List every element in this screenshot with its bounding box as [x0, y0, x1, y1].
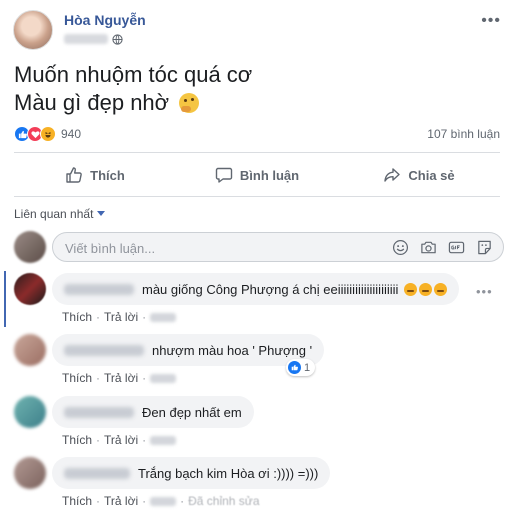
- comment-time-blurred[interactable]: [150, 373, 177, 383]
- comment-bubble: màu giống Công Phượng á chị eeiiiiiiiiii…: [52, 273, 460, 305]
- reaction-summary[interactable]: 940: [14, 126, 81, 142]
- post-text-line-1: Muốn nhuộm tóc quá cơ: [14, 62, 253, 87]
- comment-sort-label: Liên quan nhất: [14, 207, 94, 221]
- comment-reaction-badge[interactable]: 1: [286, 359, 316, 376]
- comment-bubble-icon: [215, 167, 233, 183]
- commenter-name-blurred[interactable]: [64, 467, 130, 479]
- comment-reply-link[interactable]: Trả lời: [104, 494, 138, 508]
- haha-reaction-icon: [40, 126, 56, 142]
- post-meta: [64, 32, 123, 46]
- comment-reaction-count: 1: [304, 361, 311, 374]
- comment-like-link[interactable]: Thích: [62, 310, 92, 324]
- active-comment-indicator: [4, 271, 6, 327]
- separator: ·: [180, 494, 185, 508]
- globe-icon: [112, 33, 123, 45]
- post-stats: 940 107 bình luận: [14, 126, 502, 144]
- comment-actions: Thích · Trả lời ·: [62, 371, 177, 385]
- share-arrow-icon: [384, 168, 401, 182]
- post-text-line-2: Màu gì đẹp nhờ: [14, 90, 170, 115]
- reaction-count: 940: [61, 127, 82, 141]
- post-actions: Thích Bình luận Chia sẻ: [14, 160, 500, 190]
- thinking-face-icon: [179, 93, 200, 113]
- separator: ·: [96, 433, 101, 447]
- comment-actions: Thích · Trả lời ·: [62, 310, 177, 324]
- gif-icon[interactable]: [448, 239, 465, 256]
- comment-actions: Thích · Trả lời · · Đã chỉnh sửa: [62, 494, 260, 508]
- commenter-avatar[interactable]: [14, 334, 46, 366]
- smile-emoji-icon: [419, 282, 433, 296]
- comment-text: màu giống Công Phượng á chị eeiiiiiiiiii…: [142, 281, 399, 297]
- comment-text: Đen đẹp nhất em: [142, 404, 242, 420]
- like-button[interactable]: Thích: [14, 160, 176, 190]
- facebook-post: Hòa Nguyễn ••• Muốn nhuộm tóc quá cơ Màu…: [0, 0, 513, 515]
- comment-sort-dropdown[interactable]: Liên quan nhất: [14, 207, 106, 221]
- thumbs-up-icon: [66, 167, 82, 183]
- comment-like-link[interactable]: Thích: [62, 494, 92, 508]
- divider: [14, 152, 500, 153]
- separator: ·: [142, 433, 147, 447]
- emoji-icon[interactable]: [392, 239, 409, 256]
- post-header: Hòa Nguyễn •••: [13, 10, 503, 52]
- separator: ·: [142, 494, 147, 508]
- comment-reply-link[interactable]: Trả lời: [104, 371, 138, 385]
- comment-bubble: Trắng bạch kim Hòa ơi :)))) =))): [52, 457, 331, 489]
- commenter-name-blurred[interactable]: [64, 344, 144, 356]
- sticker-icon[interactable]: [476, 239, 493, 256]
- commenter-avatar[interactable]: [14, 457, 46, 489]
- comment-actions: Thích · Trả lời ·: [62, 433, 177, 447]
- comment-reply-link[interactable]: Trả lời: [104, 310, 138, 324]
- camera-icon[interactable]: [420, 239, 437, 256]
- comment-time-blurred[interactable]: [150, 312, 177, 322]
- author-name[interactable]: Hòa Nguyễn: [64, 12, 146, 28]
- comment-input-placeholder: Viết bình luận...: [65, 241, 156, 256]
- comment-like-link[interactable]: Thích: [62, 433, 92, 447]
- comment-emojis: [404, 282, 448, 296]
- comment-composer[interactable]: Viết bình luận...: [52, 232, 504, 262]
- edited-label[interactable]: Đã chỉnh sửa: [188, 494, 259, 508]
- author-avatar[interactable]: [13, 10, 53, 50]
- comment-text: nhượm màu hoa ' Phượng ': [152, 342, 313, 358]
- comment-time-blurred[interactable]: [150, 435, 177, 445]
- comment-button[interactable]: Bình luận: [176, 160, 338, 190]
- share-button[interactable]: Chia sẻ: [338, 160, 500, 190]
- comment-bubble: Đen đẹp nhất em: [52, 396, 254, 428]
- comment-like-link[interactable]: Thích: [62, 371, 92, 385]
- like-button-label: Thích: [90, 167, 125, 183]
- comment-options-button[interactable]: •••: [476, 284, 493, 299]
- separator: ·: [142, 371, 147, 385]
- comment-time-blurred[interactable]: [150, 496, 177, 506]
- current-user-avatar: [14, 231, 46, 263]
- commenter-avatar[interactable]: [14, 396, 46, 428]
- share-button-label: Chia sẻ: [408, 167, 455, 183]
- commenter-name-blurred[interactable]: [64, 406, 134, 418]
- separator: ·: [96, 371, 101, 385]
- commenter-name-blurred[interactable]: [64, 283, 134, 295]
- smile-emoji-icon: [404, 282, 418, 296]
- separator: ·: [96, 494, 101, 508]
- comment-bubble: nhượm màu hoa ' Phượng ': [52, 334, 325, 366]
- caret-down-icon: [97, 211, 106, 216]
- post-options-button[interactable]: •••: [481, 12, 501, 30]
- commenter-avatar[interactable]: [14, 273, 46, 305]
- comment-text: Trắng bạch kim Hòa ơi :)))) =))): [138, 465, 319, 481]
- separator: ·: [96, 310, 101, 324]
- comment-count-link[interactable]: 107 bình luận: [427, 127, 500, 141]
- smile-emoji-icon: [434, 282, 448, 296]
- separator: ·: [142, 310, 147, 324]
- divider: [14, 196, 500, 197]
- composer-icons: [392, 239, 493, 256]
- comment-button-label: Bình luận: [239, 167, 300, 183]
- post-timestamp-blurred[interactable]: [64, 34, 108, 44]
- like-reaction-icon: [288, 361, 301, 374]
- post-content: Muốn nhuộm tóc quá cơ Màu gì đẹp nhờ: [14, 61, 252, 117]
- comment-reply-link[interactable]: Trả lời: [104, 433, 138, 447]
